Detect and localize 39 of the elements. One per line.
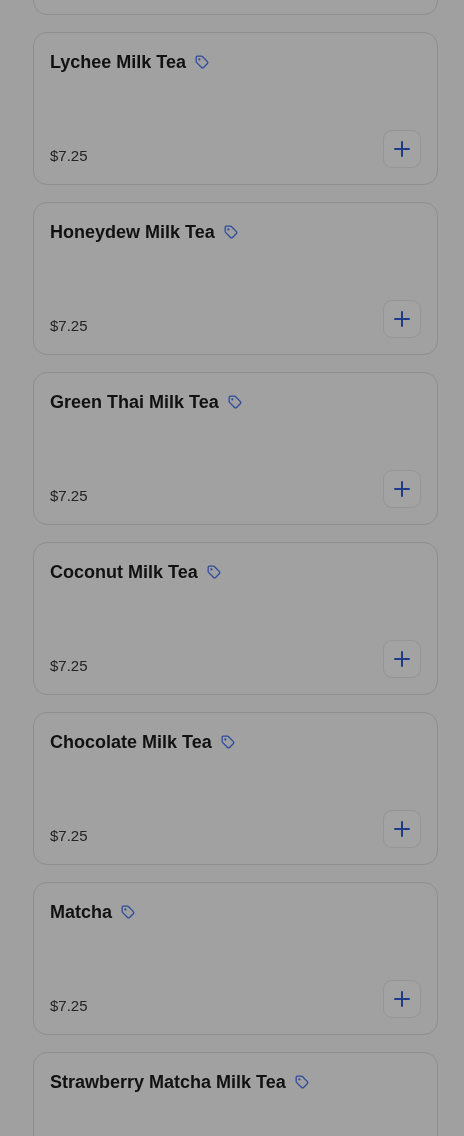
product-price: $7.25 (50, 655, 88, 676)
tag-icon (223, 225, 238, 239)
tag-icon (121, 905, 135, 919)
product-price: $7.25 (50, 485, 88, 506)
plus-icon (393, 820, 411, 838)
product-card[interactable]: Strawberry Matcha Milk Tea (33, 1052, 438, 1136)
tag-icon (294, 1075, 309, 1089)
product-card[interactable]: Green Thai Milk Tea $7.25 (33, 372, 438, 525)
add-button[interactable] (383, 130, 421, 168)
plus-icon (393, 140, 411, 158)
product-price: $7.25 (50, 995, 88, 1016)
plus-icon (393, 310, 411, 328)
add-button[interactable] (383, 640, 421, 678)
add-button[interactable] (383, 980, 421, 1018)
product-name: Chocolate Milk Tea (50, 731, 212, 754)
product-name: Lychee Milk Tea (50, 51, 187, 74)
product-name: Coconut Milk Tea (50, 561, 198, 584)
tag-icon (220, 735, 235, 749)
tag-icon (227, 395, 242, 409)
product-card[interactable]: Coconut Milk Tea $7.25 (33, 542, 438, 695)
tag-icon (206, 565, 221, 579)
add-button[interactable] (383, 470, 421, 508)
product-card[interactable]: Honeydew Milk Tea $7.25 (33, 202, 438, 355)
add-button[interactable] (383, 810, 421, 848)
product-card[interactable]: Matcha $7.25 (33, 882, 438, 1035)
add-button[interactable] (383, 300, 421, 338)
product-card[interactable]: Lychee Milk Tea $7.25 (33, 32, 438, 185)
product-name: Strawberry Matcha Milk Tea (50, 1071, 286, 1094)
product-name: Matcha (50, 901, 112, 924)
product-price: $7.25 (50, 825, 88, 846)
product-price: $7.25 (50, 145, 88, 166)
plus-icon (393, 480, 411, 498)
tag-icon (195, 55, 210, 69)
plus-icon (393, 650, 411, 668)
product-price: $7.25 (50, 315, 88, 336)
product-name: Honeydew Milk Tea (50, 221, 215, 244)
product-name: Green Thai Milk Tea (50, 391, 219, 414)
plus-icon (393, 990, 411, 1008)
product-card[interactable]: Chocolate Milk Tea $7.25 (33, 712, 438, 865)
